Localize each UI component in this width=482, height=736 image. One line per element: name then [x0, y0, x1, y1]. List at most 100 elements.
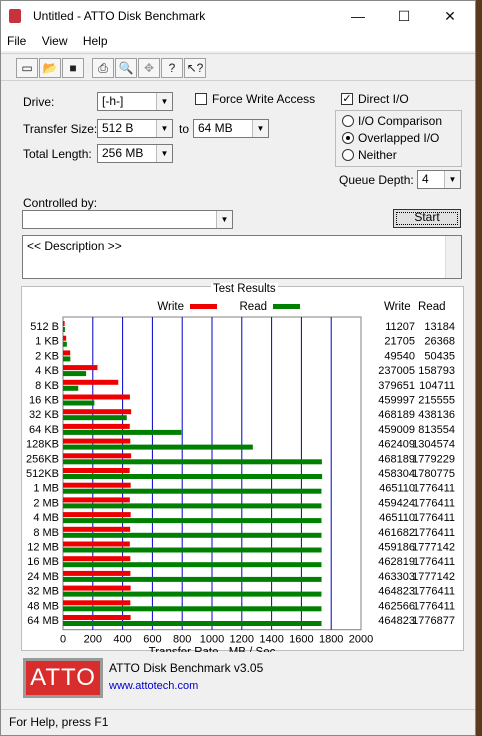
read-bar	[63, 444, 253, 450]
write-value: 468189	[378, 453, 415, 465]
write-value: 464823	[378, 615, 415, 627]
force-write-checkbox[interactable]	[195, 93, 207, 105]
x-tick-label: 1200	[230, 634, 254, 646]
write-bar	[63, 600, 131, 606]
description-box[interactable]: << Description >>	[22, 235, 462, 279]
overlapped-io-radio[interactable]	[342, 132, 354, 144]
atto-logo: ATTO	[23, 658, 103, 698]
transfer-to-select[interactable]: 64 MB ▼	[193, 119, 269, 138]
open-icon[interactable]: 📂	[39, 58, 61, 78]
read-bar	[63, 591, 322, 597]
results-chart: 0 200 400 600 800 1000 1200 1400 1600 1800 2000 Tra…	[26, 301, 455, 652]
description-scrollbar[interactable]	[445, 236, 461, 278]
y-tick-label: 1 KB	[35, 336, 59, 348]
menu-file[interactable]: File	[1, 31, 32, 51]
y-tick-label: 512 B	[30, 321, 59, 333]
drive-select[interactable]: [-h-] ▼	[97, 92, 173, 111]
read-value: 1776411	[413, 512, 455, 524]
start-button[interactable]: Start	[393, 209, 461, 228]
website-link[interactable]: www.attotech.com	[109, 680, 198, 692]
write-bar	[63, 512, 131, 518]
product-version: ATTO Disk Benchmark v3.05	[109, 661, 264, 675]
read-value: 26368	[424, 336, 455, 348]
chevron-down-icon: ▼	[156, 120, 172, 137]
read-bar	[63, 621, 322, 626]
total-length-select[interactable]: 256 MB ▼	[97, 144, 173, 163]
close-button[interactable]: ✕	[427, 1, 473, 31]
queue-depth-label: Queue Depth:	[339, 173, 414, 187]
menu-help[interactable]: Help	[77, 31, 114, 51]
write-value: 49540	[384, 350, 415, 362]
neither-radio[interactable]	[342, 149, 354, 161]
write-bar	[63, 615, 131, 620]
write-value: 463303	[378, 571, 415, 583]
save-icon[interactable]: ■	[62, 58, 84, 78]
overlapped-io-label: Overlapped I/O	[358, 131, 440, 145]
print-preview-icon[interactable]: 🔍	[115, 58, 137, 78]
context-help-icon[interactable]: ↖?	[184, 58, 206, 78]
status-bar: For Help, press F1	[1, 709, 475, 735]
x-tick-label: 2000	[349, 634, 373, 646]
write-value: 459424	[378, 497, 415, 509]
read-value: 1304574	[412, 439, 455, 451]
read-value: 1779229	[412, 453, 455, 465]
write-value: 11207	[385, 321, 415, 333]
read-value: 813554	[418, 424, 455, 436]
read-bar	[63, 576, 322, 582]
read-bar	[63, 518, 322, 524]
write-bar	[63, 453, 132, 459]
y-tick-label: 16 KB	[29, 395, 59, 407]
direct-io-label: Direct I/O	[358, 92, 409, 106]
read-bar	[63, 547, 322, 553]
y-tick-label: 64 KB	[29, 424, 59, 436]
write-bar	[63, 556, 131, 562]
write-bar	[63, 438, 131, 444]
new-icon[interactable]: ▭	[16, 58, 38, 78]
write-value: 21705	[384, 336, 415, 348]
chevron-down-icon: ▼	[156, 93, 172, 110]
read-value: 1776411	[413, 483, 455, 495]
menu-view[interactable]: View	[36, 31, 74, 51]
write-value: 462819	[378, 556, 415, 568]
footer-bar: ATTO ATTO Disk Benchmark v3.05 www.attot…	[21, 656, 464, 704]
read-value: 158793	[418, 365, 455, 377]
y-tick-label: 48 MB	[27, 600, 59, 612]
io-comparison-radio[interactable]	[342, 115, 354, 127]
description-text: << Description >>	[27, 239, 122, 253]
write-value: 464823	[378, 586, 415, 598]
write-bar	[63, 321, 65, 326]
help-icon[interactable]: ?	[161, 58, 183, 78]
y-tick-label: 512KB	[26, 468, 59, 480]
legend-read-swatch	[273, 304, 300, 309]
legend-read-label: Read	[240, 301, 268, 313]
read-bar	[63, 503, 322, 509]
transfer-from-select[interactable]: 512 B ▼	[97, 119, 173, 138]
write-value: 465110	[379, 483, 415, 495]
print-icon[interactable]: ⎙	[92, 58, 114, 78]
write-bar	[63, 423, 130, 429]
minimize-button[interactable]: —	[335, 1, 381, 31]
read-value: 104711	[419, 380, 455, 392]
maximize-button[interactable]: ☐	[381, 1, 427, 31]
write-bar	[63, 541, 130, 547]
write-column-header: Write	[384, 301, 411, 313]
x-tick-label: 1800	[319, 634, 343, 646]
read-bar	[63, 562, 322, 568]
read-value: 1776411	[413, 527, 455, 539]
write-bar	[63, 468, 130, 473]
transfer-size-label: Transfer Size:	[23, 122, 98, 136]
y-tick-label: 64 MB	[27, 615, 59, 627]
queue-depth-select[interactable]: 4 ▼	[417, 170, 461, 189]
legend-write-swatch	[190, 304, 217, 309]
move-icon[interactable]: ✥	[138, 58, 160, 78]
read-bar	[63, 341, 67, 347]
neither-label: Neither	[358, 148, 397, 162]
write-bar	[63, 570, 131, 576]
x-tick-label: 1600	[289, 634, 313, 646]
direct-io-checkbox[interactable]: ✓	[341, 93, 353, 105]
controlled-by-select[interactable]: ▼	[22, 210, 233, 229]
write-value: 459186	[378, 542, 415, 554]
read-value: 1776411	[413, 497, 455, 509]
read-bar	[63, 459, 322, 465]
y-tick-label: 2 KB	[35, 350, 59, 362]
